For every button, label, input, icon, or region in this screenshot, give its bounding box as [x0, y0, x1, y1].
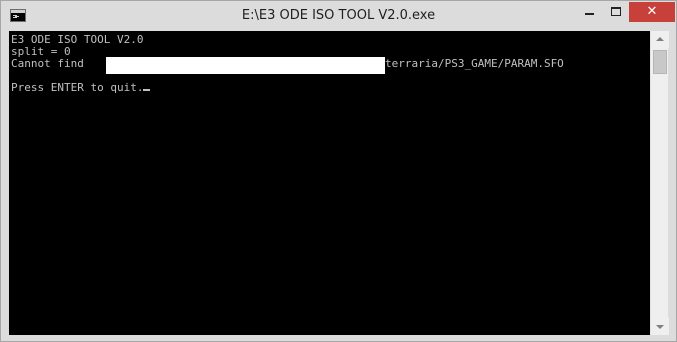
title-bar[interactable]: E:\E3 ODE ISO TOOL V2.0.exe ✕ — [1, 1, 676, 31]
minimize-icon — [585, 13, 594, 15]
close-icon: ✕ — [646, 4, 658, 19]
close-button[interactable]: ✕ — [629, 2, 675, 22]
text-cursor — [143, 89, 151, 91]
console-line-prompt: Press ENTER to quit. — [11, 81, 144, 94]
console-window: E:\E3 ODE ISO TOOL V2.0.exe ✕ E3 ODE ISO… — [0, 0, 677, 342]
console-line-error-path: terraria/PS3_GAME/PARAM.SFO — [385, 57, 564, 70]
maximize-icon — [611, 7, 621, 16]
vertical-scrollbar[interactable] — [650, 31, 669, 335]
console-line-prompt-row: Press ENTER to quit. — [11, 81, 151, 94]
console-line-error-prefix: Cannot find — [11, 57, 84, 70]
scroll-up-arrow-icon[interactable] — [651, 31, 669, 48]
minimize-button[interactable] — [576, 2, 603, 22]
window-bottom-frame — [1, 335, 676, 341]
redacted-path-block — [106, 57, 385, 74]
scroll-down-arrow-icon[interactable] — [651, 318, 669, 335]
window-title: E:\E3 ODE ISO TOOL V2.0.exe — [241, 8, 436, 23]
scrollbar-thumb[interactable] — [653, 50, 667, 74]
console-output[interactable]: E3 ODE ISO TOOL V2.0 split = 0 Cannot fi… — [9, 31, 650, 335]
maximize-button[interactable] — [603, 2, 629, 22]
